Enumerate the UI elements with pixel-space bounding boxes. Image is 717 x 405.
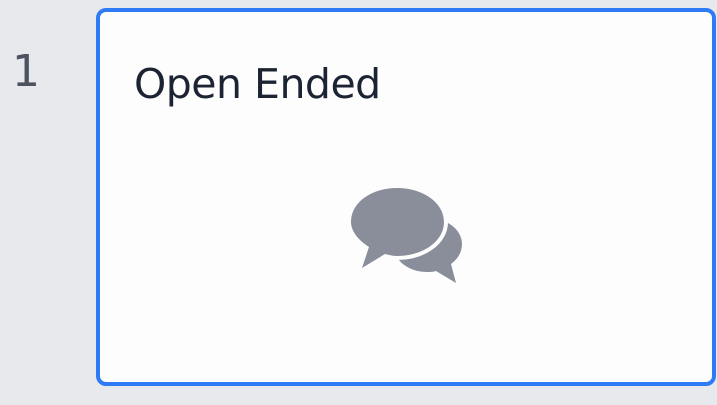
slide-title: Open Ended (134, 60, 381, 108)
slide-number: 1 (12, 46, 40, 97)
slide-list-panel: 1 Open Ended (0, 0, 717, 405)
slide-thumbnail-card[interactable]: Open Ended (96, 8, 716, 386)
chat-bubbles-icon (348, 184, 462, 283)
